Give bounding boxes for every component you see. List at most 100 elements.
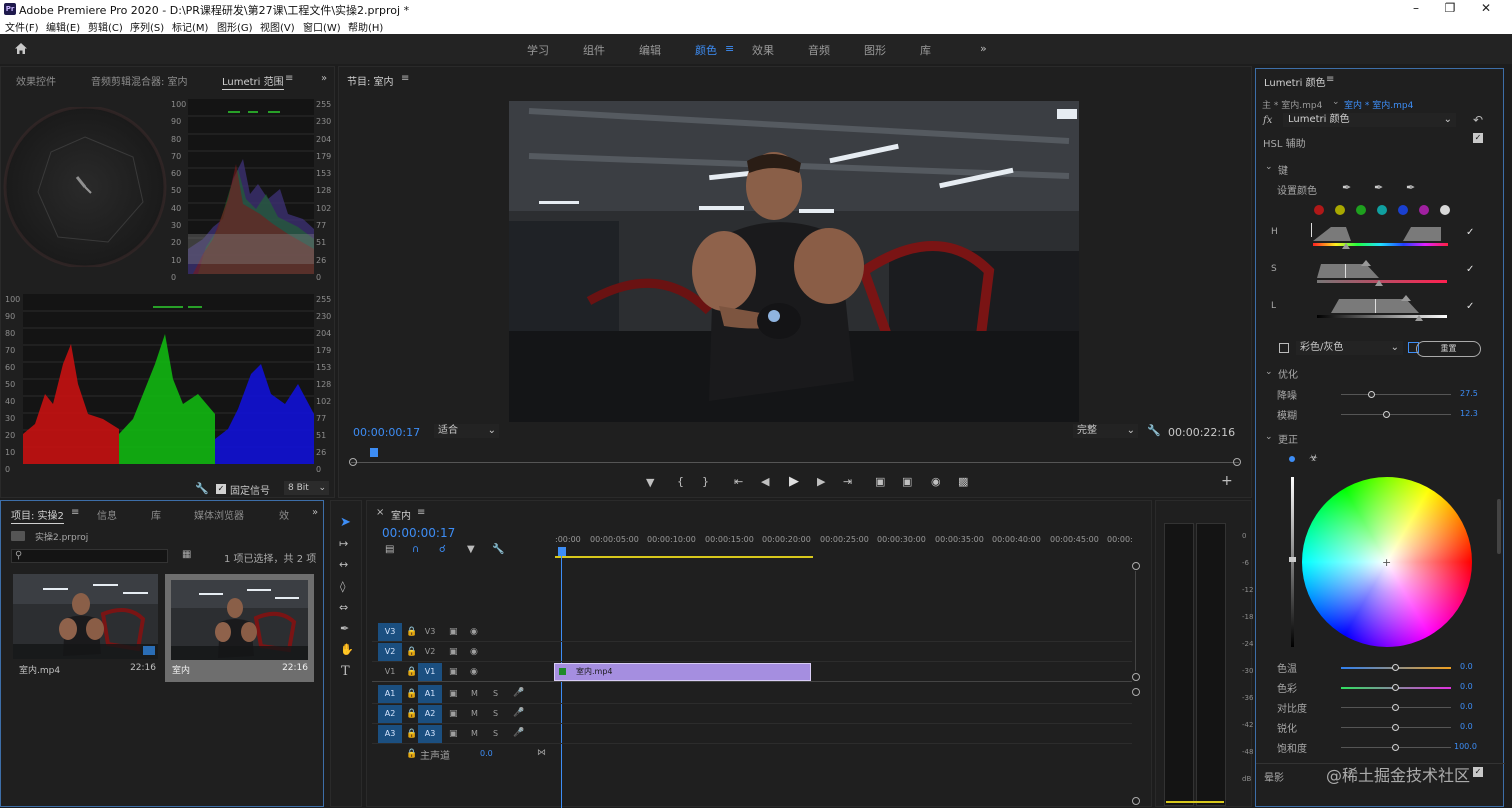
workspace-menu-icon[interactable]: ≡ (725, 42, 734, 55)
solo-button[interactable]: S (493, 729, 498, 738)
three-way-toggle-icon[interactable]: ☣ (1309, 453, 1318, 464)
menu-file[interactable]: 文件(F) (5, 19, 39, 34)
lift-icon[interactable]: ▣ (875, 475, 885, 488)
playback-resolution-select[interactable]: 完整 ⌄ (1073, 424, 1138, 438)
timeline-marker-icon[interactable]: ▼ (467, 544, 475, 555)
sync-lock-icon[interactable]: ▣ (449, 627, 458, 637)
button-editor-plus-icon[interactable]: + (1221, 473, 1233, 489)
clamp-signal-checkbox[interactable]: ✓ (216, 484, 226, 494)
export-frame-camera-icon[interactable]: ◉ (931, 475, 941, 488)
close-icon[interactable]: ✕ (1468, 0, 1504, 18)
work-area-bar[interactable] (555, 556, 813, 558)
video-scroll-handle[interactable] (1132, 673, 1140, 681)
audio-scroll-handle[interactable] (1132, 688, 1140, 696)
source-patch-v2[interactable]: V2 (378, 643, 402, 661)
contrast-slider-knob[interactable] (1392, 704, 1399, 711)
sync-lock-icon[interactable]: ▣ (449, 729, 458, 739)
microphone-icon[interactable]: 🎤 (513, 688, 524, 698)
workspace-learn[interactable]: 学习 (527, 42, 549, 58)
linked-selection-icon[interactable]: ☌ (439, 544, 446, 555)
chevron-down-icon[interactable]: ⌄ (1265, 162, 1273, 172)
tab-info[interactable]: 信息 (97, 507, 117, 522)
single-wheel-toggle-icon[interactable] (1289, 456, 1295, 462)
workspace-overflow-icon[interactable]: » (980, 42, 987, 55)
saturation-range-slider[interactable] (1311, 260, 1451, 286)
eyedropper-subtract-icon[interactable]: ✒ (1406, 181, 1415, 194)
hue-enable-check[interactable]: ✓ (1466, 227, 1474, 238)
timeline-menu-icon[interactable]: ≡ (417, 507, 425, 518)
minimize-icon[interactable]: – (1398, 0, 1434, 18)
workspace-color[interactable]: 颜色 (695, 42, 717, 58)
microphone-icon[interactable]: 🎤 (513, 708, 524, 718)
track-target-a1[interactable]: A1 (418, 685, 442, 703)
swatch-yellow[interactable] (1335, 205, 1345, 215)
master-clip-label[interactable]: 主 * 室内.mp4 (1262, 98, 1322, 111)
swatch-red[interactable] (1314, 205, 1324, 215)
extract-icon[interactable]: ▣ (902, 475, 912, 488)
temperature-value[interactable]: 0.0 (1460, 662, 1473, 671)
saturation-enable-check[interactable]: ✓ (1466, 264, 1474, 275)
luminance-range-slider[interactable] (1311, 295, 1451, 321)
saturation-slider-knob[interactable] (1392, 744, 1399, 751)
blur-slider-track[interactable] (1341, 414, 1451, 415)
hue-range-slider[interactable] (1311, 223, 1451, 249)
show-mask-checkbox[interactable] (1279, 343, 1289, 353)
tab-effects-truncated[interactable]: 效 (279, 507, 289, 522)
menu-help[interactable]: 帮助(H) (348, 19, 383, 34)
wheel-luma-handle[interactable] (1289, 557, 1296, 562)
denoise-slider-track[interactable] (1341, 394, 1451, 395)
source-patch-a3[interactable]: A3 (378, 725, 402, 743)
track-select-tool-icon[interactable]: ↦ (339, 537, 348, 550)
swatch-cyan[interactable] (1377, 205, 1387, 215)
track-target-v1[interactable]: V1 (418, 663, 442, 681)
comparison-view-icon[interactable]: ▩ (958, 475, 968, 488)
go-to-end-icon[interactable]: ⋈ (537, 748, 546, 758)
project-menu-icon[interactable]: ≡ (71, 507, 79, 518)
lock-icon[interactable]: 🔒 (406, 627, 417, 637)
temperature-slider-knob[interactable] (1392, 664, 1399, 671)
find-icon[interactable]: ▦ (182, 549, 191, 560)
workspace-effects[interactable]: 效果 (752, 42, 774, 58)
tab-audio-clip-mixer[interactable]: 音频剪辑混合器: 室内 (91, 73, 188, 88)
blur-slider-knob[interactable] (1383, 411, 1391, 418)
denoise-value[interactable]: 27.5 (1460, 389, 1478, 398)
solo-button[interactable]: S (493, 689, 498, 698)
project-overflow-icon[interactable]: » (312, 507, 318, 518)
workspace-assembly[interactable]: 组件 (583, 42, 605, 58)
tab-lumetri-scopes[interactable]: Lumetri 范围 (222, 73, 284, 90)
mask-mode-select[interactable]: 彩色/灰色 ⌄ (1296, 341, 1403, 355)
hand-tool-icon[interactable]: ✋ (340, 643, 354, 656)
mute-button[interactable]: M (471, 709, 478, 718)
workspace-libraries[interactable]: 库 (920, 42, 931, 58)
project-item-sequence[interactable]: 室内 22:16 (165, 574, 314, 682)
wrench-icon[interactable]: 🔧 (195, 482, 209, 495)
master-volume-value[interactable]: 0.0 (480, 749, 493, 758)
go-to-out-icon[interactable]: ⇥ (843, 475, 852, 488)
mute-button[interactable]: M (471, 689, 478, 698)
source-patch-v1[interactable]: V1 (378, 663, 402, 681)
playhead-marker[interactable] (370, 448, 378, 457)
tab-effect-controls[interactable]: 效果控件 (16, 73, 56, 88)
correction-section-header[interactable]: 更正 (1278, 431, 1298, 446)
project-item-clip[interactable]: 室内.mp4 22:16 (13, 574, 158, 677)
sync-lock-icon[interactable]: ▣ (449, 647, 458, 657)
step-forward-icon[interactable]: ▶ (817, 475, 825, 488)
project-search-input[interactable]: ⚲ (11, 549, 168, 563)
eye-icon[interactable]: ◉ (470, 667, 478, 677)
timeline-vertical-scrollbar[interactable] (1135, 571, 1136, 671)
workspace-audio[interactable]: 音频 (808, 42, 830, 58)
refine-section-header[interactable]: 优化 (1278, 366, 1298, 381)
program-monitor-title[interactable]: 节目: 室内 (347, 73, 394, 89)
scrub-start-handle[interactable] (349, 458, 357, 466)
vignette-enable-checkbox[interactable]: ✓ (1473, 767, 1483, 777)
go-to-in-icon[interactable]: ⇤ (734, 475, 743, 488)
source-patch-v3[interactable]: V3 (378, 623, 402, 641)
tab-media-browser[interactable]: 媒体浏览器 (194, 507, 244, 522)
eyedropper-add-icon[interactable]: ✒ (1374, 181, 1383, 194)
add-marker-icon[interactable]: ▼ (646, 476, 654, 489)
lock-icon[interactable]: 🔒 (406, 729, 417, 739)
tint-value[interactable]: 0.0 (1460, 682, 1473, 691)
eye-icon[interactable]: ◉ (470, 627, 478, 637)
color-wheel[interactable]: + (1302, 477, 1472, 647)
sequence-clip-label[interactable]: 室内 * 室内.mp4 (1344, 98, 1413, 111)
